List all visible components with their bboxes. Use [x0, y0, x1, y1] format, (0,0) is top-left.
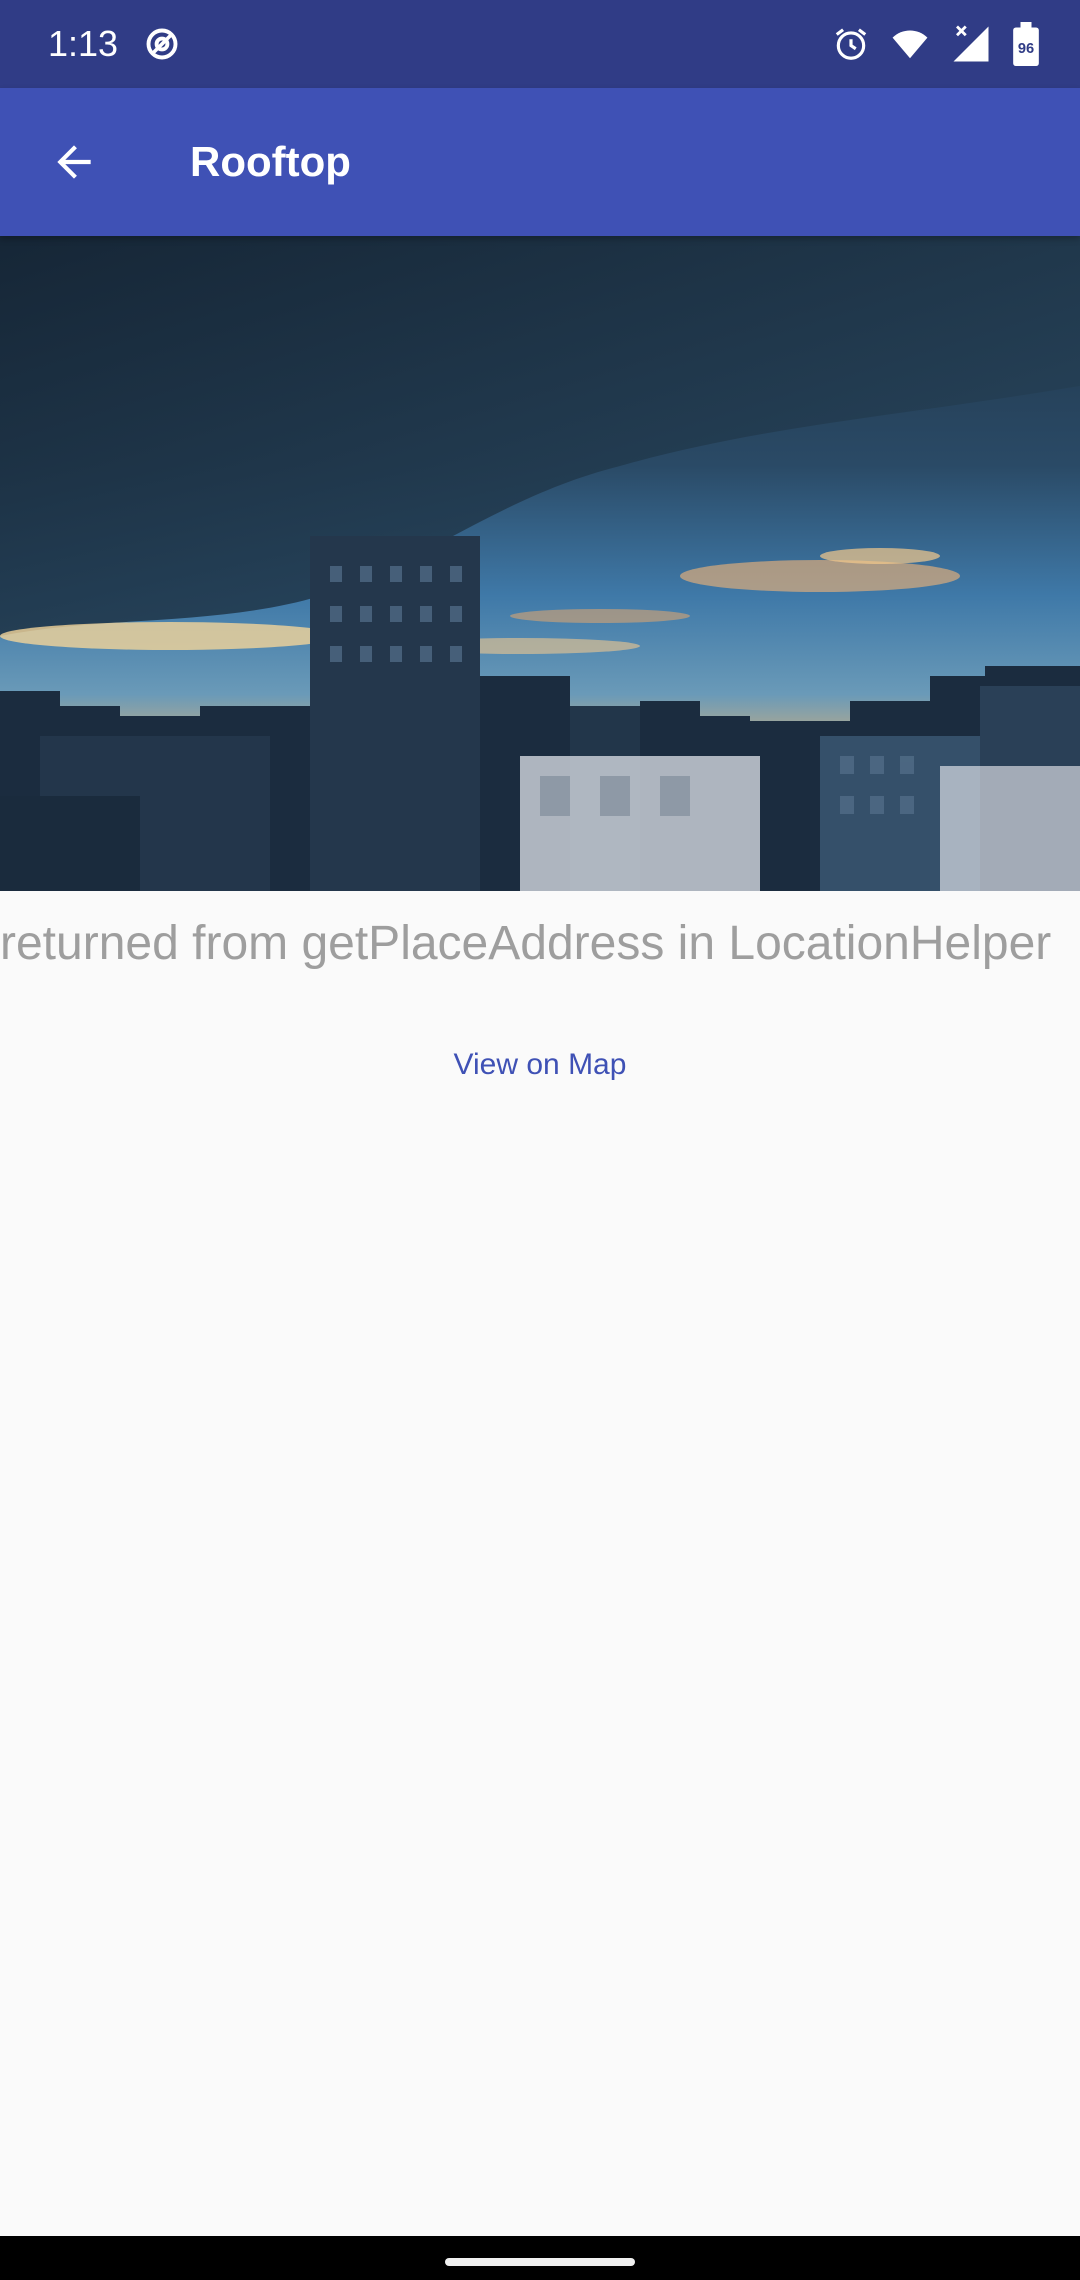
- home-gesture-handle[interactable]: [445, 2258, 635, 2266]
- at-sign-icon: [146, 28, 178, 60]
- battery-icon: 96: [1013, 22, 1039, 66]
- status-bar: 1:13 96: [0, 0, 1080, 88]
- battery-level: 96: [1018, 41, 1034, 57]
- app-bar: Rooftop: [0, 88, 1080, 236]
- back-button[interactable]: [30, 118, 118, 206]
- wifi-icon: [892, 30, 928, 59]
- navigation-bar: [0, 2236, 1080, 2280]
- view-on-map-button[interactable]: View on Map: [0, 1040, 1080, 1090]
- alarm-icon: [835, 28, 867, 60]
- place-address: returned from getPlaceAddress in Locatio…: [0, 917, 1052, 970]
- signal-icon: [953, 25, 989, 62]
- page-title: Rooftop: [190, 138, 351, 185]
- status-time: 1:13: [48, 23, 119, 64]
- arrow-back-icon: [57, 145, 91, 179]
- place-photo: [0, 236, 1080, 891]
- rooftop-photo-image: [0, 236, 1080, 891]
- status-icons: 96: [832, 20, 1040, 68]
